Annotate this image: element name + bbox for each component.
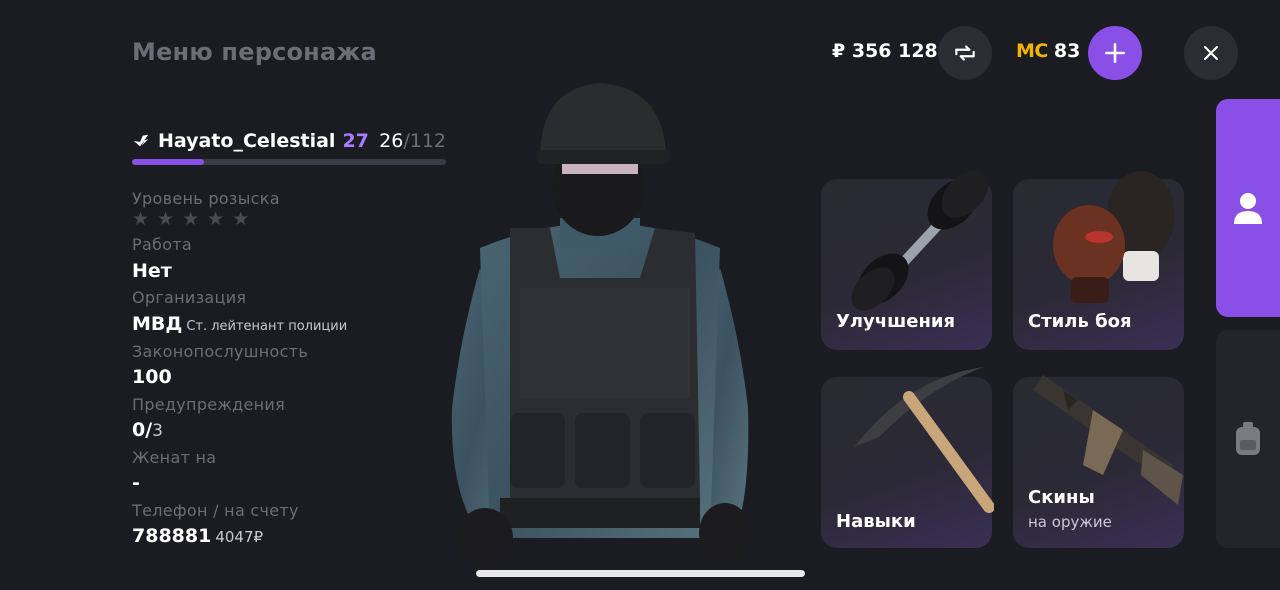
org-name: МВД [132,313,183,335]
card-fight-style[interactable]: Стиль боя [1013,171,1184,350]
warnings-value: 0/3 [132,419,163,441]
refresh-button[interactable] [938,26,992,80]
wings-icon [133,134,149,147]
mc-currency: MC 83 [1016,40,1080,62]
card-skins-subtitle: на оружие [1028,513,1112,531]
balance-display: ₽ 356 128 [832,40,938,62]
xp-progress-bar [132,159,446,165]
phone-balance: 4047₽ [215,528,264,546]
add-currency-button[interactable] [1088,26,1142,80]
boxing-gloves-icon [1053,171,1175,303]
plus-icon [1105,43,1125,63]
player-xp: 26/112 [379,130,446,152]
xp-progress-fill [132,159,205,165]
wanted-star-icon: ★ [232,208,250,230]
wanted-star-icon: ★ [182,208,200,230]
warnings-label: Предупреждения [132,395,286,414]
phone-label: Телефон / на счету [132,501,299,520]
law-label: Законопослушность [132,342,309,361]
org-rank: Ст. лейтенант полиции [186,319,348,334]
xp-current: 26 [379,130,404,152]
wanted-stars: ★ ★ ★ ★ ★ [132,208,249,230]
profile-icon [1234,193,1262,224]
married-label: Женат на [132,448,217,467]
tab-profile[interactable] [1216,99,1280,317]
close-button[interactable] [1184,26,1238,80]
mc-value: 83 [1053,40,1081,62]
law-value: 100 [132,366,172,388]
phone-number: 788881 [132,525,212,547]
card-fight-style-title: Стиль боя [1028,311,1132,332]
player-name: Hayato_Celestial [158,130,336,152]
close-icon [1204,46,1218,60]
phone-value: 788881 4047₽ [132,525,263,547]
character-model [451,83,751,568]
wanted-label: Уровень розыска [132,189,280,208]
wanted-star-icon: ★ [207,208,225,230]
card-upgrades-title: Улучшения [836,311,956,332]
card-skins-title: Скины [1028,487,1095,508]
card-skills[interactable]: Навыки [821,367,994,548]
mc-logo: MC [1016,40,1048,62]
tab-inventory[interactable] [1216,330,1280,548]
refresh-icon [955,45,975,61]
wanted-star-icon: ★ [132,208,150,230]
home-indicator[interactable] [476,570,805,577]
job-label: Работа [132,235,193,254]
org-label: Организация [132,288,247,307]
card-upgrades[interactable]: Улучшения [821,170,992,350]
warnings-count: 0/ [132,419,153,441]
card-skills-title: Навыки [836,511,916,532]
player-header: Hayato_Celestial 27 26/112 [132,128,446,165]
warnings-max: 3 [152,421,163,441]
wanted-star-icon: ★ [157,208,175,230]
card-skins[interactable]: Скины на оружие [1013,375,1184,548]
married-value: - [132,472,140,494]
job-value: Нет [132,260,172,282]
backpack-icon [1236,422,1260,455]
org-value: МВД Ст. лейтенант полиции [132,313,347,335]
dumbbell-icon [851,170,989,311]
page-title: Меню персонажа [132,38,377,66]
player-level: 27 [342,130,369,152]
pickaxe-icon [854,367,994,513]
